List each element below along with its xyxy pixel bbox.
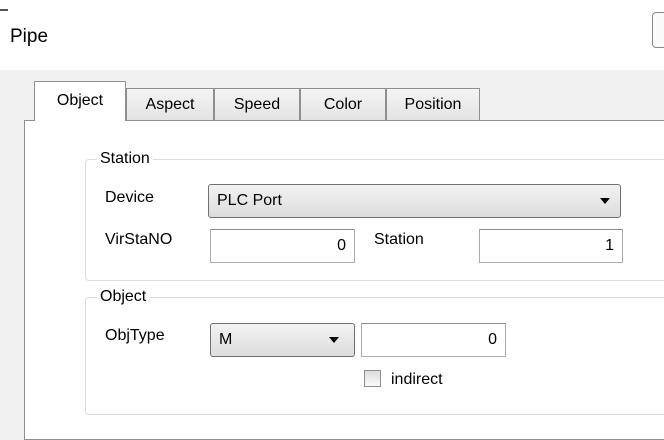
objtype-label: ObjType xyxy=(105,327,165,344)
objtype-select-value: M xyxy=(219,331,233,348)
tab-color[interactable]: Color xyxy=(300,88,386,121)
virstano-label: VirStaNO xyxy=(105,231,173,248)
tab-object[interactable]: Object xyxy=(34,81,126,121)
indirect-checkbox[interactable] xyxy=(364,370,381,387)
tab-position[interactable]: Position xyxy=(386,88,480,121)
tab-speed[interactable]: Speed xyxy=(214,88,300,121)
address-field[interactable]: 0 xyxy=(361,323,506,357)
station-field[interactable]: 1 xyxy=(479,229,623,263)
indirect-label: indirect xyxy=(391,371,443,388)
device-select[interactable]: PLC Port xyxy=(208,184,621,218)
station-label: Station xyxy=(374,231,424,248)
tab-aspect[interactable]: Aspect xyxy=(126,88,214,121)
objtype-select[interactable]: M xyxy=(210,323,355,357)
resize-corner xyxy=(0,9,8,11)
device-label: Device xyxy=(105,189,154,206)
window-title: Pipe xyxy=(10,26,49,47)
chevron-down-icon xyxy=(329,337,339,343)
window-close-button[interactable] xyxy=(652,12,664,48)
station-group-legend: Station xyxy=(97,150,153,168)
virstano-field[interactable]: 0 xyxy=(210,229,355,263)
object-group-legend: Object xyxy=(97,288,150,306)
device-select-value: PLC Port xyxy=(217,192,282,209)
chevron-down-icon xyxy=(600,198,610,204)
tab-panel-object: Station Device PLC Port VirStaNO 0 Stati… xyxy=(24,120,664,440)
window-title-bar: Pipe xyxy=(0,0,664,70)
